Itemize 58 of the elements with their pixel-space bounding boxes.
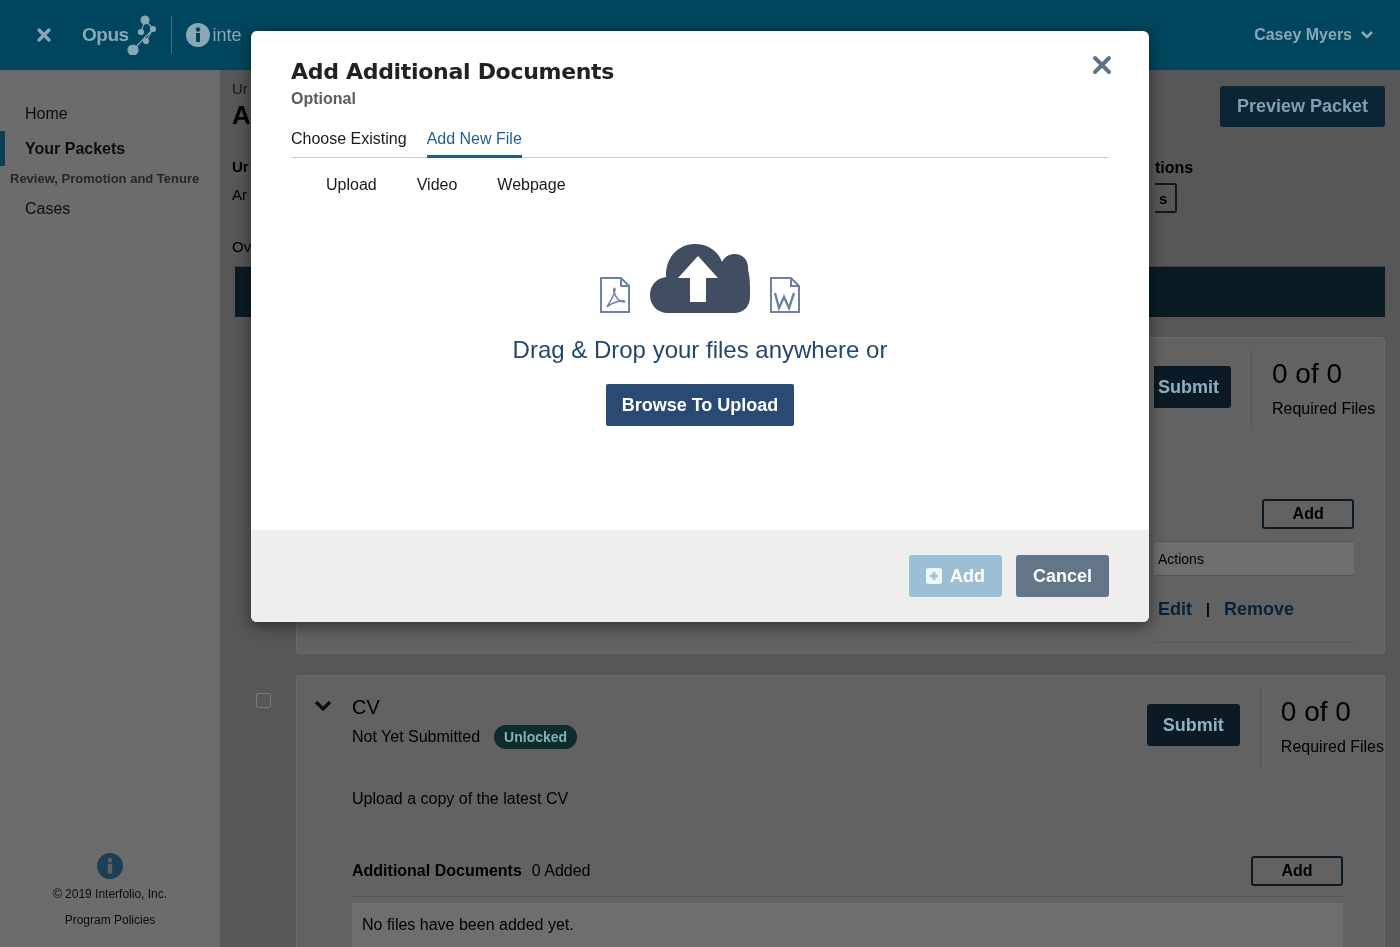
count-label: Required Files [1280, 738, 1384, 756]
documents-label: Additional Documents [352, 862, 522, 880]
tab[interactable]: Choose Existing [291, 126, 407, 158]
chevron-down-icon[interactable] [314, 700, 332, 712]
empty-message: No files have been added yet. [352, 903, 1343, 947]
tab[interactable]: Add New File [426, 126, 522, 158]
subtab[interactable]: Webpage [497, 176, 566, 194]
policies-link[interactable]: Program Policies [0, 913, 220, 927]
sidebar-item[interactable]: Your Packets [0, 131, 220, 166]
page-text: A [232, 99, 251, 132]
count-label: Required Files [1272, 400, 1376, 419]
pdf-file-icon [598, 276, 632, 314]
add-button[interactable]: Add [1262, 499, 1355, 530]
add-button: Add [908, 555, 1002, 597]
status-badge: Unlocked [494, 725, 578, 749]
checkbox[interactable] [256, 693, 271, 708]
column-header: Actions [1158, 550, 1204, 567]
drop-instructions: Drag & Drop your files anywhere or [512, 336, 888, 364]
user-menu[interactable]: Casey Myers [1248, 25, 1380, 45]
section-label: tions [1155, 159, 1194, 177]
browse-button[interactable]: Browse To Upload [605, 384, 795, 426]
logo-text[interactable]: Opus [82, 24, 129, 46]
subtab[interactable]: Video [416, 176, 458, 194]
separator: | [1206, 601, 1210, 618]
page-text: Ov [232, 238, 251, 256]
page-text: Ur [232, 158, 250, 176]
info-icon [97, 853, 123, 879]
add-button[interactable]: Add [1251, 856, 1343, 886]
file-count: 0 of 0 [1272, 358, 1344, 391]
status-text: Not Yet Submitted [352, 728, 481, 746]
section-heading: Review, Promotion and Tenure [9, 170, 201, 188]
modal-subtitle: Optional [291, 90, 357, 108]
card-title: CV [352, 696, 381, 719]
modal-title: Add Additional Documents [291, 59, 615, 84]
submit-button[interactable]: Submit [1154, 366, 1231, 409]
subtab[interactable]: Upload [326, 176, 377, 194]
file-count: 0 of 0 [1280, 696, 1352, 728]
copyright-text: © 2019 Interfolio, Inc. [51, 887, 169, 901]
close-icon[interactable] [1092, 55, 1112, 75]
page-text: Ar [232, 186, 248, 204]
cancel-button[interactable]: Cancel [1015, 555, 1109, 597]
close-icon[interactable] [36, 27, 52, 43]
page-text: Ur [232, 80, 249, 98]
sidebar-item[interactable]: Cases [0, 191, 220, 226]
info-icon [185, 23, 210, 47]
plus-icon [925, 568, 942, 584]
edit-link[interactable]: Edit [1158, 598, 1192, 620]
sidebar-item[interactable]: Home [0, 96, 220, 131]
submit-button[interactable]: Submit [1146, 704, 1240, 746]
outline-button[interactable]: s [1155, 183, 1177, 213]
chevron-down-icon [1360, 30, 1374, 40]
word-file-icon [768, 276, 802, 314]
documents-count: 0 Added [531, 862, 591, 880]
preview-packet-button[interactable]: Preview Packet [1219, 86, 1385, 127]
brand-text: inte [212, 24, 242, 46]
card-description: Upload a copy of the latest CV [352, 790, 570, 808]
remove-link[interactable]: Remove [1223, 598, 1294, 620]
cloud-upload-icon [650, 242, 750, 314]
